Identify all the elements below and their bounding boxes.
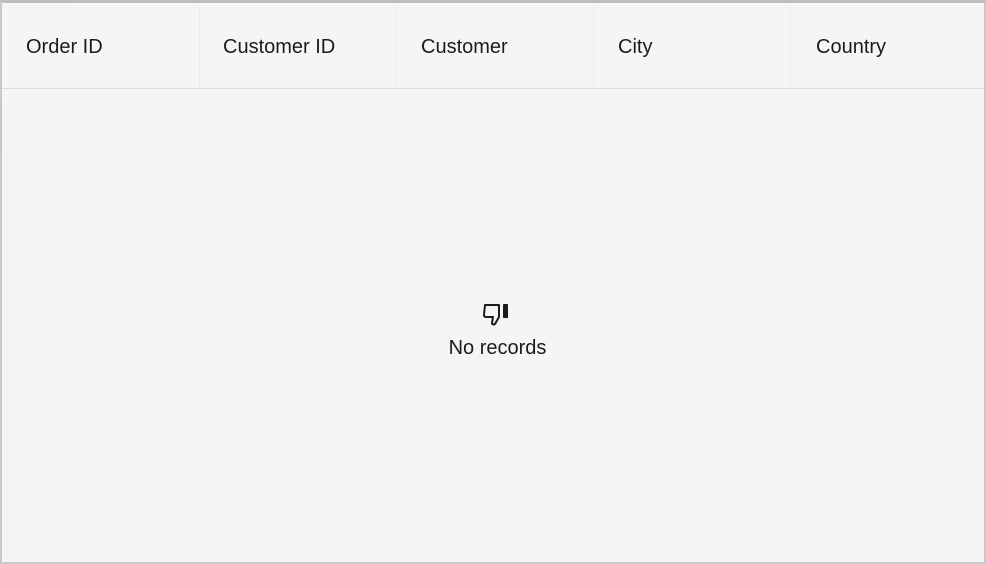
grid-header-row: Order ID Customer ID Customer City Count… <box>2 6 984 89</box>
column-separator[interactable] <box>396 6 397 88</box>
empty-state-message: No records <box>448 337 547 359</box>
column-separator[interactable] <box>790 6 791 88</box>
column-separator[interactable] <box>593 6 594 88</box>
thumbs-down-icon <box>482 304 508 326</box>
column-separator[interactable] <box>199 6 200 88</box>
column-header-customer[interactable]: Customer <box>421 6 508 88</box>
column-header-customer-id[interactable]: Customer ID <box>223 6 335 88</box>
column-header-country[interactable]: Country <box>816 6 886 88</box>
column-header-order-id[interactable]: Order ID <box>26 6 103 88</box>
column-header-city[interactable]: City <box>618 6 652 88</box>
empty-state: No records <box>2 89 984 563</box>
data-grid: Order ID Customer ID Customer City Count… <box>0 0 986 564</box>
